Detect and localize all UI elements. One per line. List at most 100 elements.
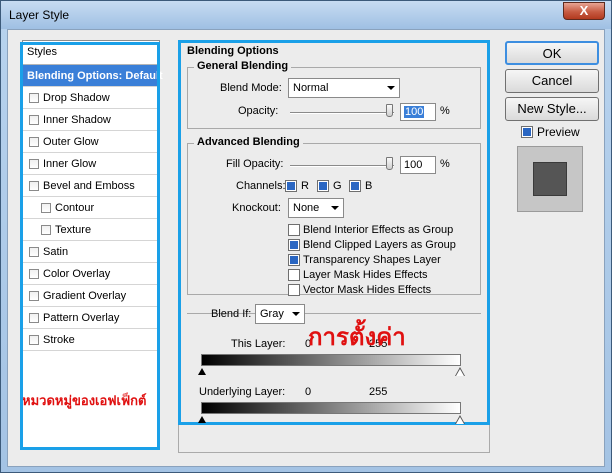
contour-checkbox[interactable] <box>41 203 51 213</box>
styles-list: Styles Blending Options: Default Drop Sh… <box>22 40 163 450</box>
layer-style-dialog: Layer Style X Styles Blending Options: D… <box>0 0 612 473</box>
style-item-label: Outer Glow <box>43 136 99 148</box>
channel-b-checkbox[interactable] <box>349 180 361 192</box>
style-item-label: Bevel and Emboss <box>43 180 135 192</box>
opacity-value: 100 <box>404 106 425 118</box>
blend-mode-select[interactable]: Normal <box>288 78 400 98</box>
cancel-button[interactable]: Cancel <box>505 69 599 93</box>
blend-clipped-checkbox[interactable] <box>288 239 300 251</box>
pattern-overlay-checkbox[interactable] <box>29 313 39 323</box>
opacity-label: Opacity: <box>238 105 279 117</box>
effects-category-annotation: หมวดหมู่ของเอฟเฟ็กต์ <box>22 393 147 408</box>
this-layer-white-handle[interactable] <box>456 369 464 376</box>
advanced-blending-group: Advanced Blending Fill Opacity: 100 % Ch… <box>187 136 481 296</box>
underlying-layer-min: 0 <box>305 386 312 398</box>
layer-mask-checkbox[interactable] <box>288 269 300 281</box>
preview-swatch <box>533 162 567 196</box>
style-item-label: Inner Glow <box>43 158 97 170</box>
color-overlay-checkbox[interactable] <box>29 269 39 279</box>
outer-glow-checkbox[interactable] <box>29 137 39 147</box>
styles-header[interactable]: Styles <box>23 41 159 65</box>
style-item-satin[interactable]: Satin <box>23 241 159 263</box>
style-item-bevel-emboss[interactable]: Bevel and Emboss <box>23 175 159 197</box>
satin-checkbox[interactable] <box>29 247 39 257</box>
title-bar[interactable]: Layer Style X <box>1 1 611 29</box>
chevron-down-icon <box>331 206 339 210</box>
channels-label: Channels: <box>236 180 286 192</box>
blend-clipped-label: Blend Clipped Layers as Group <box>303 239 456 251</box>
blend-interior-checkbox[interactable] <box>288 224 300 236</box>
blending-options-title: Blending Options <box>187 45 279 57</box>
fill-opacity-unit: % <box>440 158 450 170</box>
fill-opacity-label: Fill Opacity: <box>226 158 284 170</box>
inner-glow-checkbox[interactable] <box>29 159 39 169</box>
style-item-label: Color Overlay <box>43 268 111 280</box>
blend-interior-label: Blend Interior Effects as Group <box>303 224 454 236</box>
channel-g-checkbox[interactable] <box>317 180 329 192</box>
chevron-down-icon <box>292 312 300 316</box>
dialog-body: Styles Blending Options: Default Drop Sh… <box>7 29 605 467</box>
texture-checkbox[interactable] <box>41 225 51 235</box>
style-item-label: Drop Shadow <box>43 92 110 104</box>
fill-opacity-slider-track[interactable] <box>290 165 394 167</box>
window-title: Layer Style <box>9 8 70 22</box>
vector-mask-checkbox[interactable] <box>288 284 300 296</box>
drop-shadow-checkbox[interactable] <box>29 93 39 103</box>
gradient-overlay-checkbox[interactable] <box>29 291 39 301</box>
style-item-label: Satin <box>43 246 69 258</box>
style-item-gradient-overlay[interactable]: Gradient Overlay <box>23 285 159 307</box>
blend-mode-value: Normal <box>293 82 329 94</box>
blend-mode-label: Blend Mode: <box>220 82 282 94</box>
opacity-slider-track[interactable] <box>290 112 394 114</box>
transparency-shapes-label: Transparency Shapes Layer <box>303 254 441 266</box>
transparency-shapes-checkbox[interactable] <box>288 254 300 266</box>
preview-label: Preview <box>537 125 580 139</box>
style-item-drop-shadow[interactable]: Drop Shadow <box>23 87 159 109</box>
blending-options-panel: Blending Options General Blending Blend … <box>178 40 490 425</box>
underlying-layer-white-handle[interactable] <box>456 417 464 424</box>
preview-checkbox[interactable] <box>521 126 533 138</box>
style-item-blending-options[interactable]: Blending Options: Default <box>23 65 163 87</box>
style-item-stroke[interactable]: Stroke <box>23 329 159 351</box>
opacity-slider-thumb[interactable] <box>386 104 393 117</box>
underlying-layer-gradient <box>201 402 461 414</box>
style-item-outer-glow[interactable]: Outer Glow <box>23 131 159 153</box>
channel-g-label: G <box>333 180 342 192</box>
inner-shadow-checkbox[interactable] <box>29 115 39 125</box>
preview-thumbnail <box>517 146 583 212</box>
fill-opacity-slider-thumb[interactable] <box>386 157 393 170</box>
style-item-contour[interactable]: Contour <box>23 197 159 219</box>
underlying-layer-label: Underlying Layer: <box>199 386 286 398</box>
new-style-button[interactable]: New Style... <box>505 97 599 121</box>
layer-mask-label: Layer Mask Hides Effects <box>303 269 428 281</box>
knockout-select[interactable]: None <box>288 198 344 218</box>
chevron-down-icon <box>387 86 395 90</box>
bevel-emboss-checkbox[interactable] <box>29 181 39 191</box>
general-blending-title: General Blending <box>194 60 292 72</box>
style-item-label: Gradient Overlay <box>43 290 127 302</box>
ok-button[interactable]: OK <box>505 41 599 65</box>
style-item-inner-shadow[interactable]: Inner Shadow <box>23 109 159 131</box>
blending-options-lower-area <box>178 425 490 453</box>
general-blending-group: General Blending Blend Mode: Normal Opac… <box>187 60 481 129</box>
advanced-blending-title: Advanced Blending <box>194 136 303 148</box>
knockout-label: Knockout: <box>232 202 281 214</box>
style-item-texture[interactable]: Texture <box>23 219 159 241</box>
blend-if-label: Blend If: <box>211 308 252 320</box>
opacity-input[interactable]: 100 <box>400 103 436 121</box>
style-item-label: Texture <box>55 224 92 236</box>
this-layer-black-handle[interactable] <box>198 368 206 375</box>
this-layer-label: This Layer: <box>231 338 286 350</box>
stroke-checkbox[interactable] <box>29 335 39 345</box>
style-item-pattern-overlay[interactable]: Pattern Overlay <box>23 307 159 329</box>
underlying-layer-black-handle[interactable] <box>198 416 206 423</box>
fill-opacity-value: 100 <box>404 159 423 171</box>
fill-opacity-input[interactable]: 100 <box>400 156 436 174</box>
blend-if-select[interactable]: Gray <box>255 304 305 324</box>
channel-r-checkbox[interactable] <box>285 180 297 192</box>
style-item-color-overlay[interactable]: Color Overlay <box>23 263 159 285</box>
style-item-label: Contour <box>55 202 95 214</box>
style-item-inner-glow[interactable]: Inner Glow <box>23 153 159 175</box>
close-button[interactable]: X <box>563 2 605 20</box>
style-item-label: Inner Shadow <box>43 114 111 126</box>
